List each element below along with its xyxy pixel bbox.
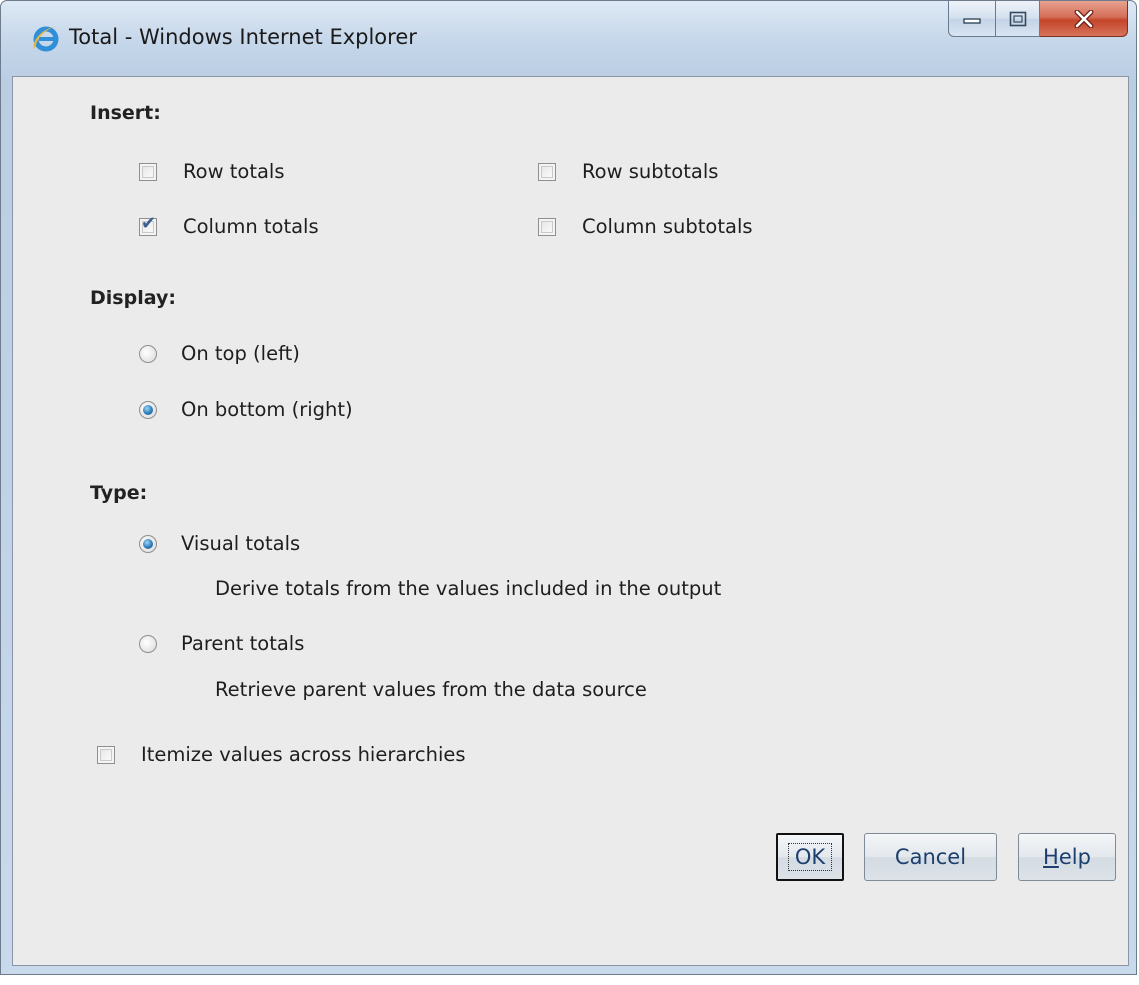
on-bottom-label: On bottom (right) bbox=[181, 398, 353, 421]
parent-totals-label: Parent totals bbox=[181, 632, 305, 655]
dialog-body: Insert: Row totals Row subtotals ✔ Colum… bbox=[12, 76, 1129, 966]
help-button-label: elp bbox=[1058, 845, 1091, 869]
title-bar[interactable]: Total - Windows Internet Explorer bbox=[1, 1, 1136, 75]
ok-button-label: OK bbox=[787, 843, 833, 871]
on-bottom-option[interactable]: On bottom (right) bbox=[139, 398, 353, 421]
row-totals-label: Row totals bbox=[183, 160, 285, 183]
checkmark-icon: ✔ bbox=[141, 212, 157, 234]
column-totals-checkbox[interactable]: ✔ bbox=[139, 212, 157, 236]
column-totals-option[interactable]: ✔ Column totals bbox=[139, 212, 319, 238]
column-subtotals-option[interactable]: Column subtotals bbox=[538, 215, 753, 238]
row-totals-option[interactable]: Row totals bbox=[139, 160, 285, 183]
row-totals-checkbox[interactable] bbox=[139, 162, 157, 181]
caption-buttons bbox=[948, 1, 1128, 39]
help-button-mnemonic: H bbox=[1043, 845, 1059, 869]
column-subtotals-label: Column subtotals bbox=[582, 215, 753, 238]
visual-totals-label: Visual totals bbox=[181, 532, 301, 555]
maximize-icon bbox=[1009, 11, 1027, 27]
row-subtotals-label: Row subtotals bbox=[582, 160, 719, 183]
on-top-label: On top (left) bbox=[181, 342, 300, 365]
parent-totals-option[interactable]: Parent totals bbox=[139, 632, 304, 655]
row-subtotals-option[interactable]: Row subtotals bbox=[538, 160, 718, 183]
visual-totals-description: Derive totals from the values included i… bbox=[215, 577, 722, 600]
parent-totals-description: Retrieve parent values from the data sou… bbox=[215, 678, 647, 701]
dialog-window: Total - Windows Internet Explorer Insert… bbox=[0, 0, 1137, 975]
minimize-icon bbox=[963, 14, 981, 24]
column-totals-label: Column totals bbox=[183, 215, 319, 238]
cancel-button-label: Cancel bbox=[894, 845, 967, 869]
help-button[interactable]: Help bbox=[1018, 833, 1116, 881]
on-bottom-radio[interactable] bbox=[139, 400, 157, 419]
itemize-option[interactable]: Itemize values across hierarchies bbox=[97, 743, 466, 766]
display-label: Display: bbox=[90, 287, 176, 309]
close-icon bbox=[1074, 9, 1094, 28]
parent-totals-radio[interactable] bbox=[139, 634, 157, 653]
visual-totals-option[interactable]: Visual totals bbox=[139, 532, 300, 555]
visual-totals-radio[interactable] bbox=[139, 534, 157, 553]
on-top-radio[interactable] bbox=[139, 344, 157, 363]
ok-button[interactable]: OK bbox=[776, 833, 844, 881]
minimize-button[interactable] bbox=[948, 1, 996, 37]
type-label: Type: bbox=[90, 482, 148, 504]
on-top-option[interactable]: On top (left) bbox=[139, 342, 300, 365]
itemize-label: Itemize values across hierarchies bbox=[141, 743, 466, 766]
insert-label: Insert: bbox=[90, 102, 161, 124]
window-title: Total - Windows Internet Explorer bbox=[69, 25, 417, 49]
ie-icon bbox=[31, 23, 61, 53]
close-button[interactable] bbox=[1040, 1, 1128, 37]
row-subtotals-checkbox[interactable] bbox=[538, 162, 556, 181]
maximize-button[interactable] bbox=[996, 1, 1040, 37]
cancel-button[interactable]: Cancel bbox=[864, 833, 997, 881]
column-subtotals-checkbox[interactable] bbox=[538, 217, 556, 236]
itemize-checkbox[interactable] bbox=[97, 745, 115, 764]
